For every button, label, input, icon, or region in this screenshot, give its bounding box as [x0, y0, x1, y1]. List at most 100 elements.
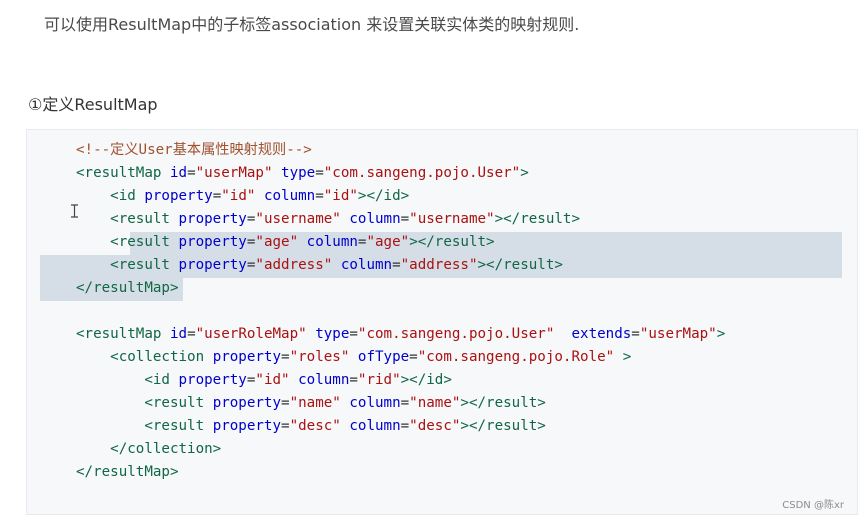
code-token-tag: ></id> — [400, 372, 452, 388]
code-token-val: "username" — [255, 211, 341, 227]
code-token-plain: = — [349, 372, 358, 388]
code-token-plain: = — [400, 395, 410, 411]
code-token-val: "com.sangeng.pojo.User" — [323, 165, 521, 181]
code-token-tag: <result — [110, 234, 170, 250]
code-line: <result property="name" column="name"></… — [76, 392, 725, 415]
code-line: <result property="age" column="age"></re… — [76, 231, 725, 254]
code-token-val: "id" — [323, 188, 358, 204]
code-token-plain: = — [400, 211, 410, 227]
code-line: </collection> — [76, 438, 725, 461]
code-token-tag: ></result> — [460, 418, 546, 434]
section-heading: ①定义ResultMap — [28, 95, 158, 114]
code-token-val: "rid" — [357, 372, 401, 388]
code-token-tag: </resultMap> — [76, 280, 179, 296]
code-token-attr: type — [281, 165, 316, 181]
code-token-tag: </resultMap> — [76, 464, 179, 480]
code-token-attr: property — [178, 234, 247, 250]
code-token-tag: ></result> — [494, 211, 581, 227]
code-token-attr: extends — [571, 326, 632, 342]
code-token-attr: column — [298, 372, 350, 388]
code-line: <result property="username" column="user… — [76, 208, 725, 231]
code-line: <result property="desc" column="desc"></… — [76, 415, 725, 438]
code-token-plain: = — [212, 188, 222, 204]
watermark: CSDN @陈xr — [782, 500, 844, 511]
code-token-val: "userRoleMap" — [195, 326, 307, 342]
code-token-tag: ></result> — [477, 257, 563, 273]
code-line: <id property="id" column="rid"></id> — [76, 369, 725, 392]
code-token-plain: = — [281, 395, 290, 411]
code-token-attr: property — [212, 418, 282, 434]
text-cursor-icon — [71, 204, 78, 218]
code-line: </resultMap> — [76, 277, 725, 300]
code-token-tag: ></result> — [409, 234, 495, 250]
code-token-attr: property — [178, 211, 247, 227]
code-token-attr: property — [178, 372, 247, 388]
code-line: </resultMap> — [76, 461, 725, 484]
code-token-tag: > — [622, 349, 632, 365]
code-line: <!--定义User基本属性映射规则--> — [76, 139, 725, 162]
code-token-val: "com.sangeng.pojo.User" — [357, 326, 555, 342]
code-token-plain: = — [187, 326, 196, 342]
code-token-plain: = — [631, 326, 640, 342]
code-line: <resultMap id="userRoleMap" type="com.sa… — [76, 323, 725, 346]
code-token-plain: = — [281, 418, 290, 434]
code-token-val: "id" — [255, 372, 290, 388]
code-line: <result property="address" column="addre… — [76, 254, 725, 277]
code-token-attr: column — [263, 188, 316, 204]
code-line: <resultMap id="userMap" type="com.sangen… — [76, 162, 725, 185]
code-token-attr: property — [178, 257, 247, 273]
code-token-val: "com.sangeng.pojo.Role" — [417, 349, 615, 365]
code-line: <collection property="roles" ofType="com… — [76, 346, 725, 369]
code-token-attr: type — [315, 326, 350, 342]
code-token-val: "userMap" — [195, 165, 273, 181]
code-content[interactable]: <!--定义User基本属性映射规则--> <resultMap id="user… — [76, 139, 725, 484]
code-token-val: "userMap" — [639, 326, 717, 342]
code-line: <id property="id" column="id"></id> — [76, 185, 725, 208]
code-token-attr: property — [144, 188, 213, 204]
code-token-attr: column — [349, 211, 401, 227]
code-token-tag: <result — [144, 395, 205, 411]
code-token-val: "username" — [409, 211, 495, 227]
code-token-tag: <id — [110, 188, 136, 204]
code-token-attr: property — [212, 349, 282, 365]
code-token-val: "age" — [366, 234, 410, 250]
code-token-attr: column — [306, 234, 358, 250]
code-token-tag: </collection> — [110, 441, 222, 457]
code-token-plain: = — [349, 326, 358, 342]
code-token-attr: id — [169, 165, 188, 181]
code-token-val: "name" — [289, 395, 341, 411]
code-token-tag: <resultMap — [76, 165, 162, 181]
code-token-val: "desc" — [289, 418, 341, 434]
code-token-val: "name" — [409, 395, 461, 411]
code-token-val: "id" — [221, 188, 256, 204]
code-token-val: "address" — [255, 257, 333, 273]
code-token-plain: = — [315, 165, 324, 181]
code-token-tag: > — [716, 326, 726, 342]
code-token-tag: <result — [110, 211, 170, 227]
code-token-val: "roles" — [289, 349, 350, 365]
code-token-attr: column — [340, 257, 393, 273]
